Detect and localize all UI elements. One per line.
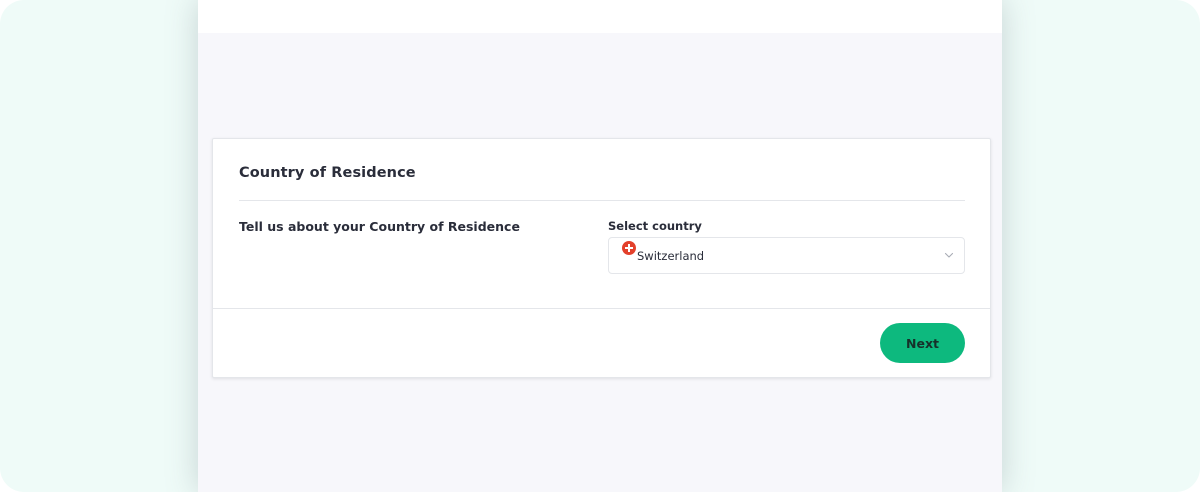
outer-background: Country of Residence Tell us about your … <box>0 0 1200 492</box>
select-country-label: Select country <box>608 219 702 233</box>
card-title: Country of Residence <box>239 165 416 181</box>
country-select[interactable]: Switzerland <box>608 237 965 274</box>
section-label: Tell us about your Country of Residence <box>239 219 520 234</box>
country-select-value: Switzerland <box>637 249 705 263</box>
residence-card: Country of Residence Tell us about your … <box>212 138 991 378</box>
app-frame: Country of Residence Tell us about your … <box>198 0 1002 492</box>
switzerland-flag-icon <box>622 241 636 255</box>
top-bar <box>198 0 1002 33</box>
footer-divider <box>213 308 990 309</box>
header-divider <box>239 200 965 201</box>
chevron-down-icon <box>944 252 954 258</box>
next-button[interactable]: Next <box>880 323 965 363</box>
